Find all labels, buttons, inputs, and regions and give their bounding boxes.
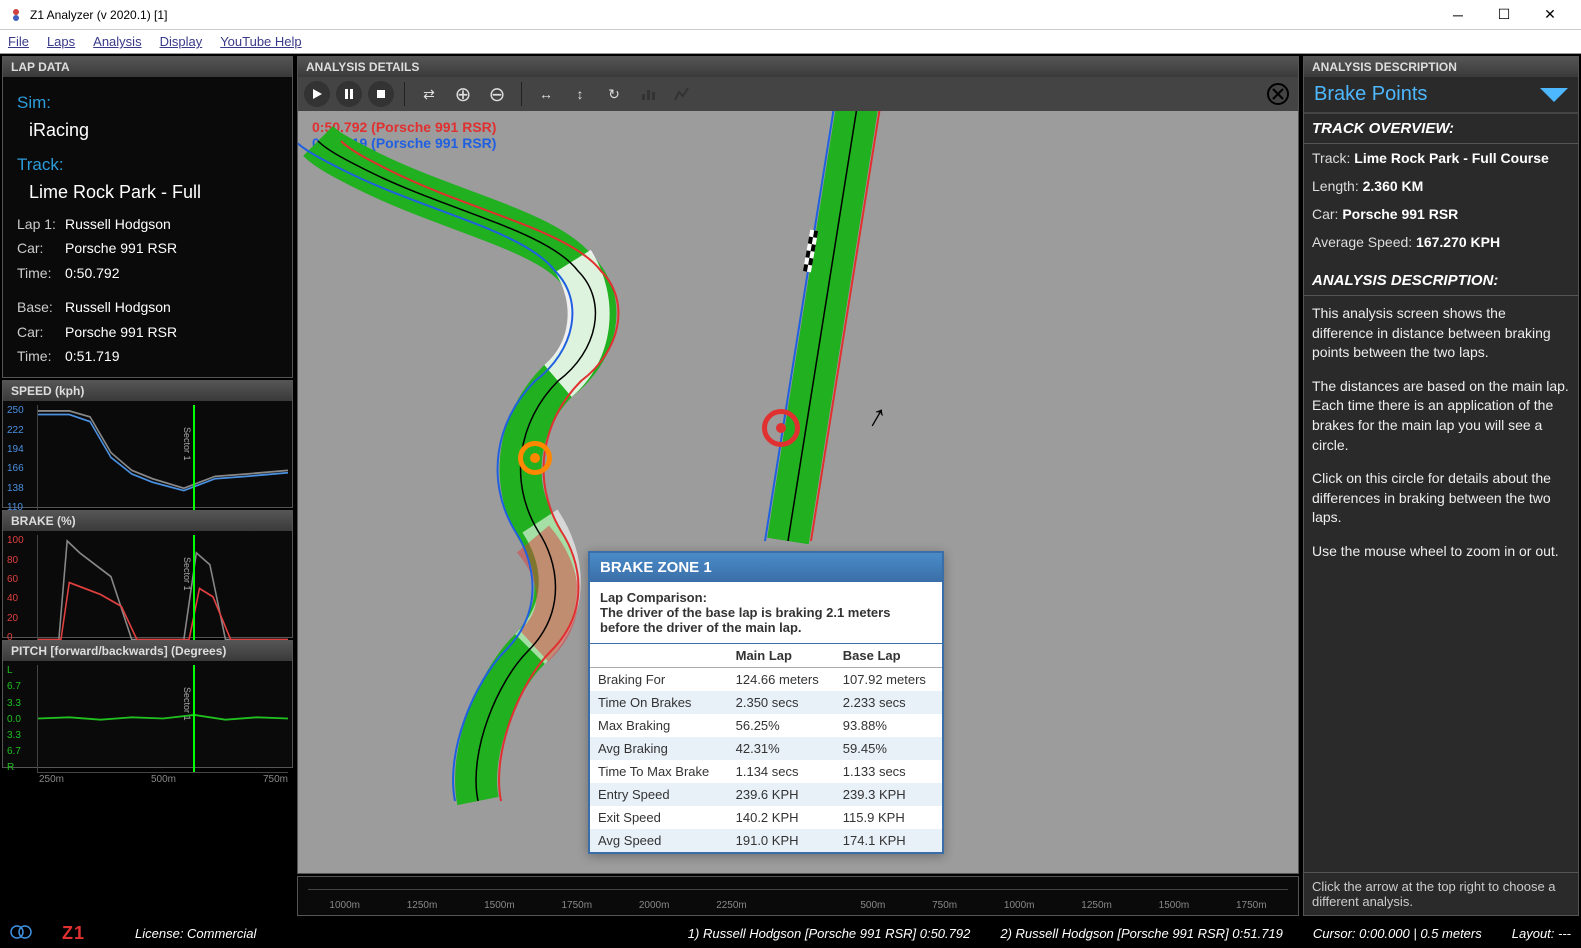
col-main: Main Lap: [728, 644, 835, 668]
table-row: Braking For124.66 meters107.92 meters: [590, 668, 942, 692]
lap-data-panel: LAP DATA Sim: iRacing Track: Lime Rock P…: [2, 56, 293, 378]
footer-hint: Click the arrow at the top right to choo…: [1304, 872, 1578, 915]
popup-header: BRAKE ZONE 1: [590, 553, 942, 582]
pause-button[interactable]: [336, 81, 362, 107]
pitch-chart-header: PITCH [forward/backwards] (Degrees): [3, 641, 292, 661]
brake-zone-popup: BRAKE ZONE 1 Lap Comparison: The driver …: [588, 551, 944, 854]
logo-text: Z1: [62, 923, 85, 944]
bar-chart-icon[interactable]: [634, 80, 662, 108]
table-row: Entry Speed239.6 KPH239.3 KPH: [590, 783, 942, 806]
sim-label: Sim:: [17, 89, 278, 116]
status-cursor: Cursor: 0:00.000 | 0.5 meters: [1313, 926, 1482, 941]
menu-display[interactable]: Display: [160, 34, 203, 49]
status-lap2: 2) Russell Hodgson [Porsche 991 RSR] 0:5…: [1000, 926, 1283, 941]
status-layout: Layout: ---: [1512, 926, 1571, 941]
car2-label: Car:: [17, 321, 65, 343]
close-button[interactable]: ✕: [1527, 0, 1573, 30]
toolbar: ⇄ ⊕ ⊖ ↔ ↕ ↻: [298, 77, 1298, 111]
brake-chart-header: BRAKE (%): [3, 511, 292, 531]
speed-chart-header: SPEED (kph): [3, 381, 292, 401]
popup-comp-label: Lap Comparison:: [600, 590, 707, 605]
overview-title: TRACK OVERVIEW:: [1304, 114, 1578, 144]
menu-analysis[interactable]: Analysis: [93, 34, 141, 49]
status-lap1: 1) Russell Hodgson [Porsche 991 RSR] 0:5…: [688, 926, 971, 941]
lap1-label: Lap 1:: [17, 213, 65, 235]
table-row: Avg Braking42.31%59.45%: [590, 737, 942, 760]
table-row: Time On Brakes2.350 secs2.233 secs: [590, 691, 942, 714]
marker-red[interactable]: [762, 409, 800, 447]
app-icon: [8, 7, 24, 23]
center-panel: ANALYSIS DETAILS ⇄ ⊕ ⊖ ↔ ↕ ↻: [295, 54, 1301, 918]
brake-sector-label: Sector 1: [182, 557, 192, 591]
titlebar-title: Z1 Analyzer (v 2020.1) [1]: [30, 8, 1435, 22]
track-value: Lime Rock Park - Full: [17, 178, 278, 207]
horiz-arrow-icon[interactable]: ↔: [532, 80, 560, 108]
track-map[interactable]: 0:50.792 (Porsche 991 RSR) 0:51.719 (Por…: [298, 111, 1298, 873]
analysis-details-header: ANALYSIS DETAILS: [298, 57, 1298, 77]
left-panel: LAP DATA Sim: iRacing Track: Lime Rock P…: [0, 54, 295, 918]
zoom-out-button[interactable]: ⊖: [483, 80, 511, 108]
car1-value: Porsche 991 RSR: [65, 237, 177, 259]
table-row: Avg Speed191.0 KPH174.1 KPH: [590, 829, 942, 852]
track-label: Track:: [17, 151, 278, 178]
swap-icon[interactable]: ⇄: [415, 80, 443, 108]
col-base: Base Lap: [835, 644, 942, 668]
statusbar: Z1 License: Commercial 1) Russell Hodgso…: [0, 918, 1581, 948]
table-row: Time To Max Brake1.134 secs1.133 secs: [590, 760, 942, 783]
analysis-desc-header: ANALYSIS DESCRIPTION: [1304, 57, 1578, 77]
pitch-chart[interactable]: PITCH [forward/backwards] (Degrees) L 6.…: [2, 640, 293, 768]
base-label: Base:: [17, 296, 65, 318]
vert-arrow-icon[interactable]: ↕: [566, 80, 594, 108]
popup-table: Main Lap Base Lap Braking For124.66 mete…: [590, 644, 942, 852]
speed-chart[interactable]: SPEED (kph) 250 222 194 166 138 110: [2, 380, 293, 508]
speed-sector-label: Sector 1: [182, 427, 192, 461]
sim-value: iRacing: [17, 116, 278, 145]
zoom-in-button[interactable]: ⊕: [449, 80, 477, 108]
car2-value: Porsche 991 RSR: [65, 321, 177, 343]
stop-button[interactable]: [368, 81, 394, 107]
right-panel: ANALYSIS DESCRIPTION Brake Points TRACK …: [1301, 54, 1581, 918]
close-analysis-button[interactable]: [1264, 80, 1292, 108]
lap1-driver: Russell Hodgson: [65, 213, 171, 235]
lap-data-header: LAP DATA: [3, 57, 292, 77]
time1-label: Time:: [17, 262, 65, 284]
pitch-sector-label: Sector 1: [182, 687, 192, 721]
maximize-button[interactable]: ☐: [1481, 0, 1527, 30]
desc-title: ANALYSIS DESCRIPTION:: [1304, 266, 1578, 296]
menubar: File Laps Analysis Display YouTube Help: [0, 30, 1581, 54]
brake-chart[interactable]: BRAKE (%) 100 80 60 40 20 0 Se: [2, 510, 293, 638]
time2-value: 0:51.719: [65, 345, 120, 367]
analysis-type-title: Brake Points: [1314, 83, 1427, 106]
menu-laps[interactable]: Laps: [47, 34, 75, 49]
analysis-dropdown-arrow[interactable]: [1540, 88, 1568, 102]
titlebar: Z1 Analyzer (v 2020.1) [1] ─ ☐ ✕: [0, 0, 1581, 30]
distance-ruler[interactable]: 1000m 1250m 1500m 1750m 2000m 2250m 500m…: [297, 876, 1299, 916]
analysis-details-panel: ANALYSIS DETAILS ⇄ ⊕ ⊖ ↔ ↕ ↻: [297, 56, 1299, 874]
line-chart-icon[interactable]: [668, 80, 696, 108]
base-driver: Russell Hodgson: [65, 296, 171, 318]
logo-icon: [10, 923, 32, 944]
time1-value: 0:50.792: [65, 262, 120, 284]
minimize-button[interactable]: ─: [1435, 0, 1481, 30]
time2-label: Time:: [17, 345, 65, 367]
popup-comp-text: The driver of the base lap is braking 2.…: [600, 605, 890, 635]
menu-youtube[interactable]: YouTube Help: [220, 34, 301, 49]
car1-label: Car:: [17, 237, 65, 259]
license-text: License: Commercial: [135, 926, 256, 941]
description-text: This analysis screen shows the differenc…: [1304, 296, 1578, 872]
table-row: Max Braking56.25%93.88%: [590, 714, 942, 737]
menu-file[interactable]: File: [8, 34, 29, 49]
play-button[interactable]: [304, 81, 330, 107]
table-row: Exit Speed140.2 KPH115.9 KPH: [590, 806, 942, 829]
marker-orange[interactable]: [518, 441, 552, 475]
refresh-icon[interactable]: ↻: [600, 80, 628, 108]
